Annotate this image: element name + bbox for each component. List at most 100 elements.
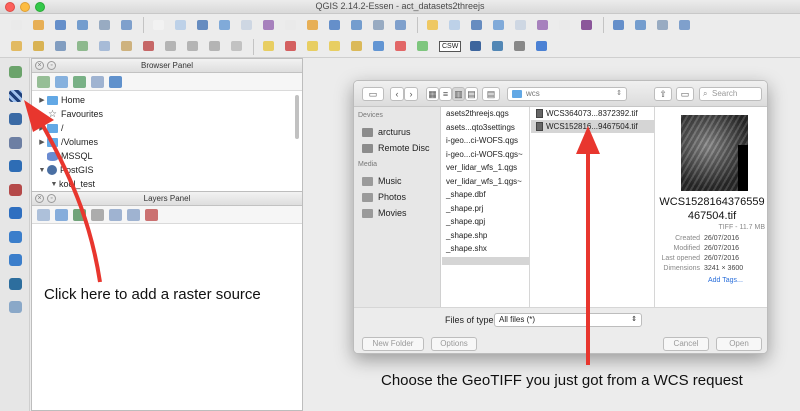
path-popup[interactable]: wcs ⇕: [507, 87, 627, 101]
file-item[interactable]: asets...qto3settings: [442, 121, 529, 135]
zoom-out-icon[interactable]: [216, 17, 235, 34]
grid-icon[interactable]: [414, 38, 433, 55]
forward-button[interactable]: ›: [404, 87, 418, 101]
python-icon[interactable]: [489, 38, 508, 55]
tree-item-mssql[interactable]: MSSQL: [32, 149, 302, 163]
add-vector-layer-icon[interactable]: [7, 64, 25, 82]
zoom-full-icon[interactable]: [260, 17, 279, 34]
move-feature-icon[interactable]: [96, 38, 115, 55]
cut-icon[interactable]: [162, 38, 181, 55]
zoom-last-icon[interactable]: [326, 17, 345, 34]
share-icon[interactable]: ⇧: [654, 87, 672, 101]
csw-button[interactable]: CSW: [439, 41, 462, 52]
open-project-icon[interactable]: [30, 17, 49, 34]
file-item[interactable]: _shape.shx: [442, 242, 529, 256]
tif-file-item[interactable]: WCS364073...8372392.tif: [531, 107, 654, 120]
add-mssql-layer-icon[interactable]: [7, 158, 25, 176]
rotate-label-icon[interactable]: [348, 38, 367, 55]
zoom-actual-icon[interactable]: [238, 17, 257, 34]
add-wms-layer-icon[interactable]: [7, 205, 25, 223]
cover-flow-icon[interactable]: ▤: [465, 87, 478, 101]
tree-item-home[interactable]: ▶ Home: [32, 93, 302, 107]
map-tips-icon[interactable]: [610, 17, 629, 34]
sidebar-item-photos[interactable]: Photos: [354, 189, 440, 205]
list-view-icon[interactable]: ≡: [439, 87, 452, 101]
collapse-all-icon[interactable]: [127, 208, 140, 221]
file-item[interactable]: i-geo...ci-WOFS.qgs: [442, 134, 529, 148]
file-item[interactable]: _shape.prj: [442, 202, 529, 216]
add-wfs-layer-icon[interactable]: [7, 252, 25, 270]
save-as-icon[interactable]: [74, 17, 93, 34]
add-oracle-layer-icon[interactable]: [7, 182, 25, 200]
new-map-view-icon[interactable]: [370, 17, 389, 34]
add-raster-layer-icon[interactable]: [7, 88, 25, 106]
run-action-icon[interactable]: [446, 17, 465, 34]
node-tool-icon[interactable]: [118, 38, 137, 55]
add-delimited-text-icon[interactable]: [7, 276, 25, 294]
zoom-to-selection-icon[interactable]: [282, 17, 301, 34]
layer-styling-icon[interactable]: [37, 208, 50, 221]
save-edits-icon[interactable]: [52, 38, 71, 55]
collapsed-arrow-icon[interactable]: ▶: [37, 138, 47, 146]
select-icon[interactable]: [468, 17, 487, 34]
search-field[interactable]: ⌕ Search: [699, 87, 762, 101]
icon-view-icon[interactable]: ▦: [426, 87, 439, 101]
add-spatialite-layer-icon[interactable]: [7, 135, 25, 153]
toggle-sidebar-icon[interactable]: ▭: [362, 87, 384, 101]
options-button[interactable]: Options: [431, 337, 477, 351]
add-selected-layers-icon[interactable]: [37, 75, 50, 88]
pin-label-icon[interactable]: [282, 38, 301, 55]
book-icon[interactable]: [467, 38, 486, 55]
composer-manager-icon[interactable]: [118, 17, 137, 34]
show-hide-label-icon[interactable]: [304, 38, 323, 55]
expression-filter-icon[interactable]: [91, 208, 104, 221]
label-icon[interactable]: [676, 17, 695, 34]
refresh-icon[interactable]: [392, 17, 411, 34]
paste-icon[interactable]: [206, 38, 225, 55]
file-item[interactable]: ver_lidar_wfs_1.qgs~: [442, 175, 529, 189]
tree-item-postgis[interactable]: ▼ PostGIS: [32, 163, 302, 177]
tree-item-[interactable]: ▶ /: [32, 121, 302, 135]
deselect-icon[interactable]: [512, 17, 531, 34]
print-composer-icon[interactable]: [96, 17, 115, 34]
add-tags-link[interactable]: Add Tags...: [708, 277, 743, 284]
sidebar-item-music[interactable]: Music: [354, 173, 440, 189]
undo-icon[interactable]: [228, 38, 247, 55]
add-wcs-layer-icon[interactable]: [7, 229, 25, 247]
label-tool-icon[interactable]: [260, 38, 279, 55]
sum-icon[interactable]: [578, 17, 597, 34]
text-annotation-icon[interactable]: [654, 17, 673, 34]
delete-selected-icon[interactable]: [140, 38, 159, 55]
highlight-icon[interactable]: [392, 38, 411, 55]
back-button[interactable]: ‹: [390, 87, 404, 101]
copy-icon[interactable]: [184, 38, 203, 55]
column-view-icon[interactable]: ▥: [452, 87, 465, 101]
edit-pencil-icon[interactable]: [8, 38, 27, 55]
file-item[interactable]: i-geo...ci-WOFS.qgs~: [442, 148, 529, 162]
pan-icon[interactable]: [150, 17, 169, 34]
tree-item-favourites[interactable]: ☆ Favourites: [32, 107, 302, 121]
tags-icon[interactable]: ▭: [676, 87, 694, 101]
save-project-icon[interactable]: [52, 17, 71, 34]
file-item[interactable]: asets2threejs.qgs: [442, 107, 529, 121]
new-project-icon[interactable]: [8, 17, 27, 34]
arrange-menu-icon[interactable]: ▤: [482, 87, 500, 101]
move-label-icon[interactable]: [326, 38, 345, 55]
zoom-to-layer-icon[interactable]: [304, 17, 323, 34]
add-virtual-layer-icon[interactable]: [7, 299, 25, 317]
expanded-arrow-icon[interactable]: ▼: [49, 181, 59, 188]
collapsed-arrow-icon[interactable]: ▶: [37, 124, 47, 132]
zoom-in-icon[interactable]: [194, 17, 213, 34]
filter-legend-icon[interactable]: [73, 208, 86, 221]
add-feature-icon[interactable]: [74, 38, 93, 55]
open-button[interactable]: Open: [716, 337, 762, 351]
filter-icon[interactable]: [73, 75, 86, 88]
plugin-gear-icon[interactable]: [511, 38, 530, 55]
zoom-next-icon[interactable]: [348, 17, 367, 34]
browser-scrollbar[interactable]: [295, 95, 299, 139]
collapse-all-icon[interactable]: [91, 75, 104, 88]
toggle-edit-icon[interactable]: [30, 38, 49, 55]
change-label-icon[interactable]: [370, 38, 389, 55]
identify-icon[interactable]: [424, 17, 443, 34]
collapsed-arrow-icon[interactable]: ▶: [37, 96, 47, 104]
